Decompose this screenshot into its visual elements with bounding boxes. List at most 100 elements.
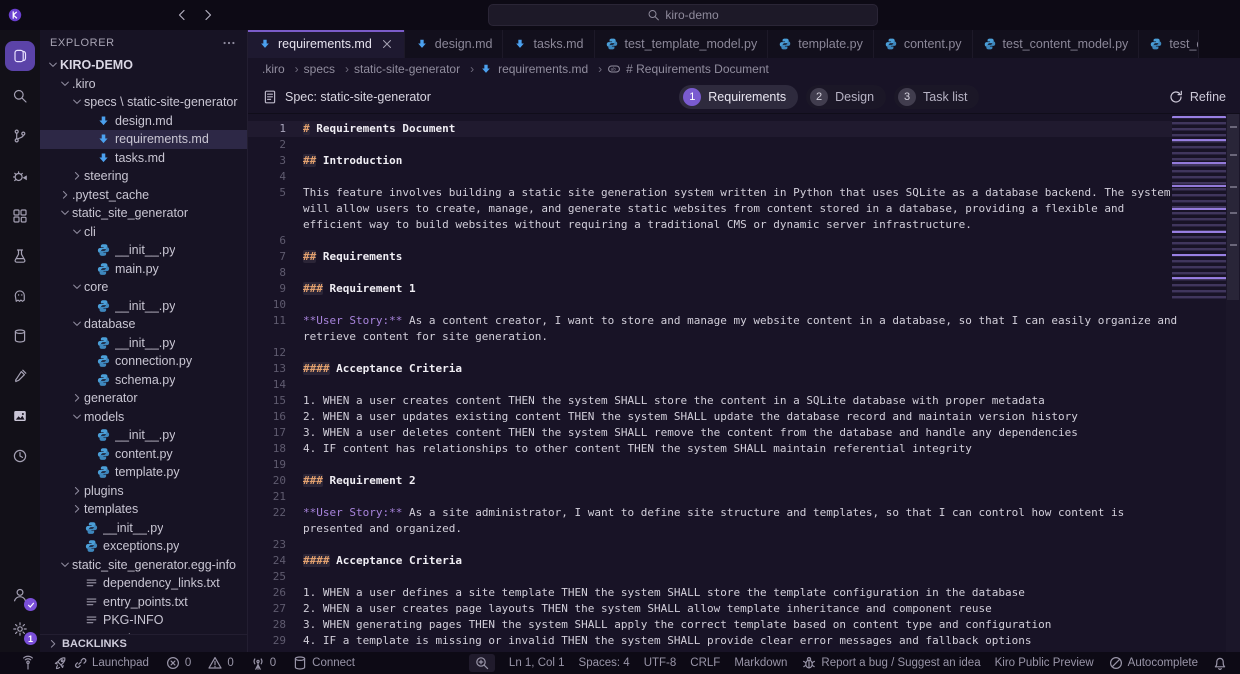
file-tree-item[interactable]: main.py bbox=[40, 260, 247, 279]
status-item[interactable]: Report a bug / Suggest an idea bbox=[801, 655, 980, 671]
activity-bar-item[interactable] bbox=[0, 196, 40, 236]
activity-bar-item[interactable]: 1 bbox=[0, 612, 40, 646]
file-tree-item[interactable]: plugins bbox=[40, 482, 247, 501]
file-tree-item[interactable]: KIRO-DEMO bbox=[40, 56, 247, 75]
status-item[interactable]: 0 bbox=[250, 655, 276, 671]
status-item[interactable]: Spaces: 4 bbox=[579, 657, 630, 669]
spec-step-pill[interactable]: 2 Design bbox=[806, 85, 886, 109]
activity-bar-item[interactable] bbox=[0, 236, 40, 276]
chev-down-icon bbox=[46, 58, 60, 72]
arrow-right-icon[interactable] bbox=[200, 7, 216, 23]
file-tree-item[interactable]: __init__.py bbox=[40, 334, 247, 353]
file-tree-item[interactable]: dependency_links.txt bbox=[40, 574, 247, 593]
status-item[interactable]: CRLF bbox=[690, 657, 720, 669]
file-tree-item[interactable]: __init__.py bbox=[40, 297, 247, 316]
file-tree-item[interactable]: static_site_generator.egg-info bbox=[40, 556, 247, 575]
activity-bar-item[interactable] bbox=[0, 356, 40, 396]
status-item[interactable]: Autocomplete bbox=[1108, 655, 1198, 671]
status-item[interactable]: Markdown bbox=[734, 657, 787, 669]
breadcrumb-item[interactable]: .kiro › bbox=[262, 62, 304, 76]
editor[interactable]: 1 # Requirements Document 2 3 ## Introdu… bbox=[248, 114, 1240, 652]
file-tree-item[interactable]: core bbox=[40, 278, 247, 297]
command-center-search[interactable]: kiro-demo bbox=[488, 4, 878, 26]
debug-icon bbox=[12, 168, 28, 184]
code-line: 25 bbox=[248, 569, 1172, 585]
breadcrumb-item[interactable]: ab # Requirements Document › bbox=[607, 62, 769, 76]
activity-bar-item[interactable] bbox=[0, 276, 40, 316]
editor-tab[interactable]: tasks.md bbox=[503, 30, 594, 58]
status-item[interactable]: 0 bbox=[165, 655, 191, 671]
line-number: 18 bbox=[248, 441, 286, 457]
editor-tab[interactable]: template.py bbox=[768, 30, 874, 58]
status-item[interactable]: Connect bbox=[292, 655, 355, 671]
editor-tab[interactable]: test_co bbox=[1139, 30, 1199, 58]
activity-bar-item[interactable] bbox=[0, 36, 40, 76]
activity-bar-item[interactable] bbox=[0, 76, 40, 116]
file-tree-item[interactable]: content.py bbox=[40, 445, 247, 464]
file-tree-item[interactable]: specs \ static-site-generator bbox=[40, 93, 247, 112]
file-tree-item[interactable]: static_site_generator bbox=[40, 204, 247, 223]
status-item[interactable]: UTF-8 bbox=[644, 657, 677, 669]
file-tree-item[interactable]: database bbox=[40, 315, 247, 334]
editor-tab[interactable]: test_content_model.py bbox=[973, 30, 1140, 58]
spec-step-pill[interactable]: 3 Task list bbox=[894, 85, 979, 109]
chevron-icon bbox=[82, 336, 96, 350]
file-tree-item[interactable]: template.py bbox=[40, 463, 247, 482]
file-tree-item[interactable]: models bbox=[40, 408, 247, 427]
refine-button[interactable]: Refine bbox=[1168, 89, 1226, 105]
chev-right-icon bbox=[58, 188, 72, 202]
file-tree-item[interactable]: __init__.py bbox=[40, 519, 247, 538]
status-item[interactable] bbox=[469, 654, 495, 672]
activity-bar-item[interactable] bbox=[0, 316, 40, 356]
editor-scrollbar[interactable] bbox=[1226, 114, 1240, 652]
status-item[interactable]: Kiro Public Preview bbox=[995, 657, 1094, 669]
status-item[interactable] bbox=[1212, 655, 1228, 671]
file-tree-item[interactable]: design.md bbox=[40, 112, 247, 131]
file-tree-item[interactable]: connection.py bbox=[40, 352, 247, 371]
activity-bar-item[interactable] bbox=[0, 156, 40, 196]
py-icon bbox=[84, 539, 99, 554]
file-tree-item[interactable]: cli bbox=[40, 223, 247, 242]
line-number: 7 bbox=[248, 249, 286, 265]
file-tree-item[interactable]: templates bbox=[40, 500, 247, 519]
file-tree-item[interactable]: __init__.py bbox=[40, 241, 247, 260]
minimap[interactable] bbox=[1172, 116, 1226, 646]
file-tree-item[interactable]: exceptions.py bbox=[40, 537, 247, 556]
status-item[interactable]: 0 bbox=[207, 655, 233, 671]
editor-tab[interactable]: requirements.md bbox=[248, 30, 405, 58]
md-icon bbox=[513, 37, 527, 51]
file-tree-item[interactable]: generator bbox=[40, 389, 247, 408]
file-tree-item[interactable]: tasks.md bbox=[40, 149, 247, 168]
backlinks-section[interactable]: BACKLINKS bbox=[40, 634, 247, 652]
git-icon bbox=[12, 128, 28, 144]
more-icon[interactable] bbox=[221, 35, 237, 51]
scrollbar-thumb[interactable] bbox=[1227, 114, 1239, 300]
activity-bar-item[interactable] bbox=[0, 116, 40, 156]
close-icon[interactable] bbox=[380, 37, 394, 51]
spec-step-pill[interactable]: 1 Requirements bbox=[679, 85, 798, 109]
file-tree-item[interactable]: entry_points.txt bbox=[40, 593, 247, 612]
status-item[interactable]: Ln 1, Col 1 bbox=[509, 657, 565, 669]
status-item[interactable]: Launchpad bbox=[52, 655, 149, 671]
file-tree-item[interactable]: .kiro bbox=[40, 75, 247, 94]
file-tree-item[interactable]: steering bbox=[40, 167, 247, 186]
file-tree-item[interactable]: requirements.md bbox=[40, 130, 247, 149]
activity-bar-item[interactable] bbox=[0, 396, 40, 436]
editor-tab[interactable]: content.py bbox=[874, 30, 973, 58]
activity-bar-item[interactable] bbox=[0, 578, 40, 612]
breadcrumb-item[interactable]: static-site-generator › bbox=[354, 62, 479, 76]
activity-bar-item[interactable] bbox=[0, 436, 40, 476]
status-item[interactable] bbox=[20, 655, 36, 671]
file-tree-item[interactable]: PKG-INFO bbox=[40, 611, 247, 630]
breadcrumb-item[interactable]: specs › bbox=[304, 62, 354, 76]
breadcrumb-item[interactable]: requirements.md › bbox=[479, 62, 607, 76]
code-line: 1 # Requirements Document bbox=[248, 121, 1172, 137]
py-icon bbox=[983, 37, 997, 51]
file-tree-item[interactable]: __init__.py bbox=[40, 426, 247, 445]
file-tree-item[interactable]: .pytest_cache bbox=[40, 186, 247, 205]
editor-tab[interactable]: design.md bbox=[405, 30, 504, 58]
editor-tab[interactable]: test_template_model.py bbox=[595, 30, 769, 58]
py-icon bbox=[778, 37, 792, 51]
file-tree-item[interactable]: schema.py bbox=[40, 371, 247, 390]
arrow-left-icon[interactable] bbox=[174, 7, 190, 23]
